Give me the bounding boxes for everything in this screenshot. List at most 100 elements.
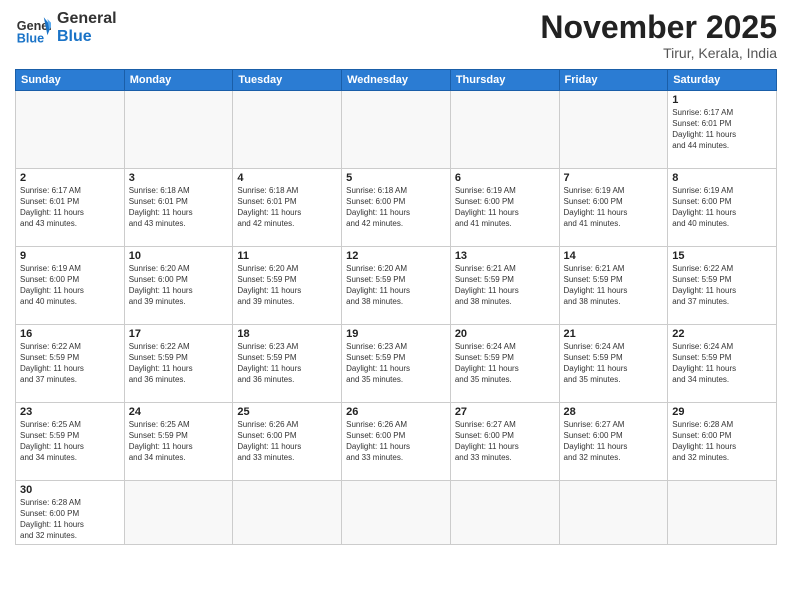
day-info: Sunrise: 6:25 AMSunset: 5:59 PMDaylight:…: [20, 420, 120, 463]
day-info: Sunrise: 6:24 AMSunset: 5:59 PMDaylight:…: [455, 342, 555, 385]
calendar-cell: [559, 91, 668, 169]
calendar-cell: 22 Sunrise: 6:24 AMSunset: 5:59 PMDayligh…: [668, 325, 777, 403]
calendar-week-row: 2 Sunrise: 6:17 AMSunset: 6:01 PMDaylight…: [16, 169, 777, 247]
calendar-cell: 27 Sunrise: 6:27 AMSunset: 6:00 PMDayligh…: [450, 403, 559, 481]
weekday-header-friday: Friday: [559, 70, 668, 91]
day-info: Sunrise: 6:18 AMSunset: 6:01 PMDaylight:…: [129, 186, 229, 229]
weekday-header-monday: Monday: [124, 70, 233, 91]
calendar-week-row: 1 Sunrise: 6:17 AMSunset: 6:01 PMDaylight…: [16, 91, 777, 169]
calendar-cell: 25 Sunrise: 6:26 AMSunset: 6:00 PMDayligh…: [233, 403, 342, 481]
calendar-cell: 19 Sunrise: 6:23 AMSunset: 5:59 PMDayligh…: [342, 325, 451, 403]
weekday-header-wednesday: Wednesday: [342, 70, 451, 91]
day-info: Sunrise: 6:18 AMSunset: 6:01 PMDaylight:…: [237, 186, 337, 229]
calendar-cell: 14 Sunrise: 6:21 AMSunset: 5:59 PMDayligh…: [559, 247, 668, 325]
day-info: Sunrise: 6:17 AMSunset: 6:01 PMDaylight:…: [672, 108, 772, 151]
day-info: Sunrise: 6:26 AMSunset: 6:00 PMDaylight:…: [346, 420, 446, 463]
day-number: 24: [129, 406, 229, 418]
logo: General Blue General Blue: [15, 10, 117, 46]
day-number: 18: [237, 328, 337, 340]
day-info: Sunrise: 6:27 AMSunset: 6:00 PMDaylight:…: [564, 420, 664, 463]
calendar-cell: 6Sunrise: 6:19 AMSunset: 6:00 PMDaylight…: [450, 169, 559, 247]
day-number: 13: [455, 250, 555, 262]
day-info: Sunrise: 6:20 AMSunset: 6:00 PMDaylight:…: [129, 264, 229, 307]
day-info: Sunrise: 6:23 AMSunset: 5:59 PMDaylight:…: [237, 342, 337, 385]
day-number: 4: [237, 172, 337, 184]
calendar-cell: 28 Sunrise: 6:27 AMSunset: 6:00 PMDayligh…: [559, 403, 668, 481]
day-info: Sunrise: 6:19 AMSunset: 6:00 PMDaylight:…: [564, 186, 664, 229]
day-info: Sunrise: 6:21 AMSunset: 5:59 PMDaylight:…: [564, 264, 664, 307]
day-info: Sunrise: 6:20 AMSunset: 5:59 PMDaylight:…: [237, 264, 337, 307]
day-number: 2: [20, 172, 120, 184]
day-number: 14: [564, 250, 664, 262]
day-number: 7: [564, 172, 664, 184]
day-number: 17: [129, 328, 229, 340]
calendar-cell: 20Sunrise: 6:24 AMSunset: 5:59 PMDayligh…: [450, 325, 559, 403]
day-info: Sunrise: 6:26 AMSunset: 6:00 PMDaylight:…: [237, 420, 337, 463]
calendar-cell: 15Sunrise: 6:22 AMSunset: 5:59 PMDayligh…: [668, 247, 777, 325]
day-number: 3: [129, 172, 229, 184]
day-number: 25: [237, 406, 337, 418]
calendar-week-row: 9 Sunrise: 6:19 AMSunset: 6:00 PMDaylight…: [16, 247, 777, 325]
calendar-cell: 16 Sunrise: 6:22 AMSunset: 5:59 PMDayligh…: [16, 325, 125, 403]
page: General Blue General Blue November 2025 …: [0, 0, 792, 612]
calendar-cell: 12Sunrise: 6:20 AMSunset: 5:59 PMDayligh…: [342, 247, 451, 325]
calendar-cell: 24Sunrise: 6:25 AMSunset: 5:59 PMDayligh…: [124, 403, 233, 481]
day-number: 30: [20, 484, 120, 496]
day-number: 29: [672, 406, 772, 418]
logo-general: General: [57, 10, 117, 28]
calendar-cell: 10 Sunrise: 6:20 AMSunset: 6:00 PMDayligh…: [124, 247, 233, 325]
calendar-cell: [668, 481, 777, 545]
calendar-cell: 9 Sunrise: 6:19 AMSunset: 6:00 PMDaylight…: [16, 247, 125, 325]
month-title: November 2025: [540, 10, 777, 45]
day-info: Sunrise: 6:18 AMSunset: 6:00 PMDaylight:…: [346, 186, 446, 229]
day-number: 8: [672, 172, 772, 184]
day-info: Sunrise: 6:17 AMSunset: 6:01 PMDaylight:…: [20, 186, 120, 229]
day-number: 16: [20, 328, 120, 340]
day-info: Sunrise: 6:22 AMSunset: 5:59 PMDaylight:…: [129, 342, 229, 385]
calendar-cell: 11 Sunrise: 6:20 AMSunset: 5:59 PMDayligh…: [233, 247, 342, 325]
day-number: 11: [237, 250, 337, 262]
weekday-header-saturday: Saturday: [668, 70, 777, 91]
calendar-cell: 18 Sunrise: 6:23 AMSunset: 5:59 PMDayligh…: [233, 325, 342, 403]
weekday-header-thursday: Thursday: [450, 70, 559, 91]
day-info: Sunrise: 6:27 AMSunset: 6:00 PMDaylight:…: [455, 420, 555, 463]
day-number: 27: [455, 406, 555, 418]
day-number: 28: [564, 406, 664, 418]
day-info: Sunrise: 6:20 AMSunset: 5:59 PMDaylight:…: [346, 264, 446, 307]
calendar-cell: [233, 91, 342, 169]
day-number: 22: [672, 328, 772, 340]
day-number: 9: [20, 250, 120, 262]
day-info: Sunrise: 6:22 AMSunset: 5:59 PMDaylight:…: [672, 264, 772, 307]
day-info: Sunrise: 6:24 AMSunset: 5:59 PMDaylight:…: [672, 342, 772, 385]
day-info: Sunrise: 6:24 AMSunset: 5:59 PMDaylight:…: [564, 342, 664, 385]
calendar-cell: [450, 91, 559, 169]
day-info: Sunrise: 6:19 AMSunset: 6:00 PMDaylight:…: [672, 186, 772, 229]
day-info: Sunrise: 6:19 AMSunset: 6:00 PMDaylight:…: [455, 186, 555, 229]
calendar-cell: [124, 481, 233, 545]
svg-text:Blue: Blue: [17, 31, 44, 45]
calendar-cell: 7 Sunrise: 6:19 AMSunset: 6:00 PMDaylight…: [559, 169, 668, 247]
calendar-cell: 8 Sunrise: 6:19 AMSunset: 6:00 PMDaylight…: [668, 169, 777, 247]
calendar-header-row: SundayMondayTuesdayWednesdayThursdayFrid…: [16, 70, 777, 91]
calendar-cell: 26 Sunrise: 6:26 AMSunset: 6:00 PMDayligh…: [342, 403, 451, 481]
calendar-cell: [233, 481, 342, 545]
day-number: 10: [129, 250, 229, 262]
day-info: Sunrise: 6:19 AMSunset: 6:00 PMDaylight:…: [20, 264, 120, 307]
logo-blue: Blue: [57, 28, 117, 46]
day-number: 26: [346, 406, 446, 418]
calendar-cell: [559, 481, 668, 545]
day-info: Sunrise: 6:28 AMSunset: 6:00 PMDaylight:…: [672, 420, 772, 463]
calendar-cell: 21Sunrise: 6:24 AMSunset: 5:59 PMDayligh…: [559, 325, 668, 403]
day-number: 23: [20, 406, 120, 418]
calendar-week-row: 23 Sunrise: 6:25 AMSunset: 5:59 PMDayligh…: [16, 403, 777, 481]
calendar-cell: [342, 481, 451, 545]
day-info: Sunrise: 6:22 AMSunset: 5:59 PMDaylight:…: [20, 342, 120, 385]
calendar-cell: 29 Sunrise: 6:28 AMSunset: 6:00 PMDayligh…: [668, 403, 777, 481]
weekday-header-sunday: Sunday: [16, 70, 125, 91]
day-number: 1: [672, 94, 772, 106]
day-info: Sunrise: 6:28 AMSunset: 6:00 PMDaylight:…: [20, 498, 120, 541]
day-info: Sunrise: 6:23 AMSunset: 5:59 PMDaylight:…: [346, 342, 446, 385]
day-number: 19: [346, 328, 446, 340]
day-info: Sunrise: 6:21 AMSunset: 5:59 PMDaylight:…: [455, 264, 555, 307]
calendar-cell: [16, 91, 125, 169]
